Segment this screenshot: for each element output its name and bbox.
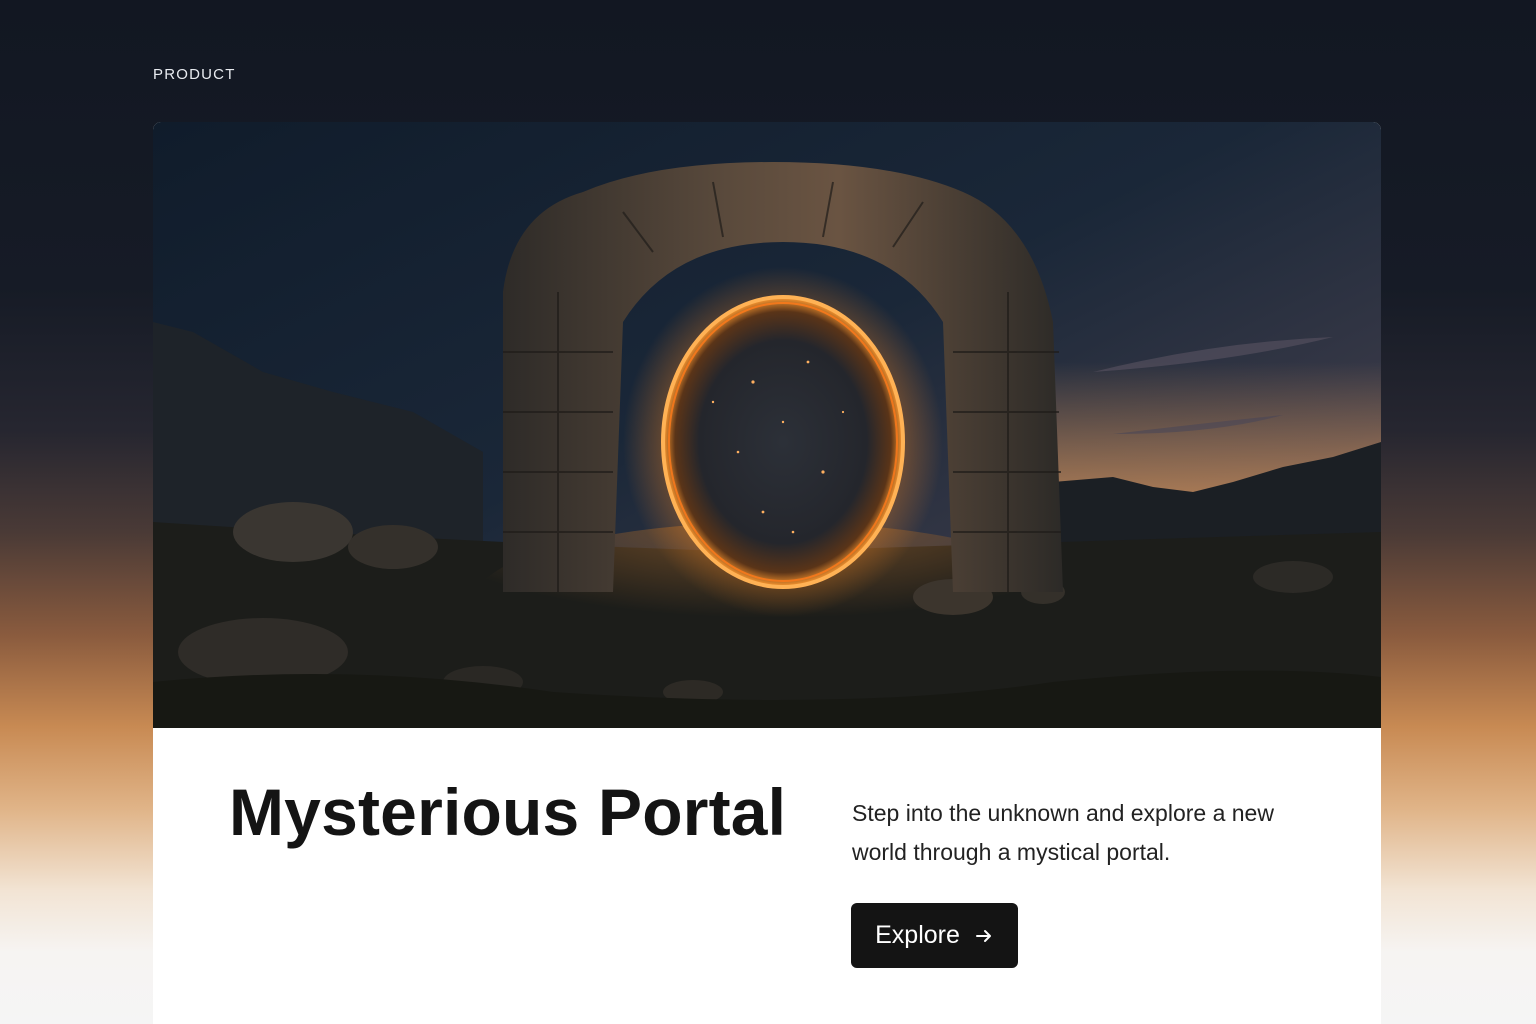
arrow-right-icon	[974, 926, 994, 946]
product-title: Mysterious Portal	[229, 775, 787, 849]
explore-button[interactable]: Explore	[851, 903, 1018, 968]
eyebrow-label: PRODUCT	[153, 66, 236, 83]
explore-button-label: Explore	[875, 921, 960, 949]
product-description: Step into the unknown and explore a new …	[852, 800, 1274, 865]
hero-image	[153, 122, 1381, 728]
product-card: Mysterious Portal Step into the unknown …	[153, 122, 1381, 1024]
